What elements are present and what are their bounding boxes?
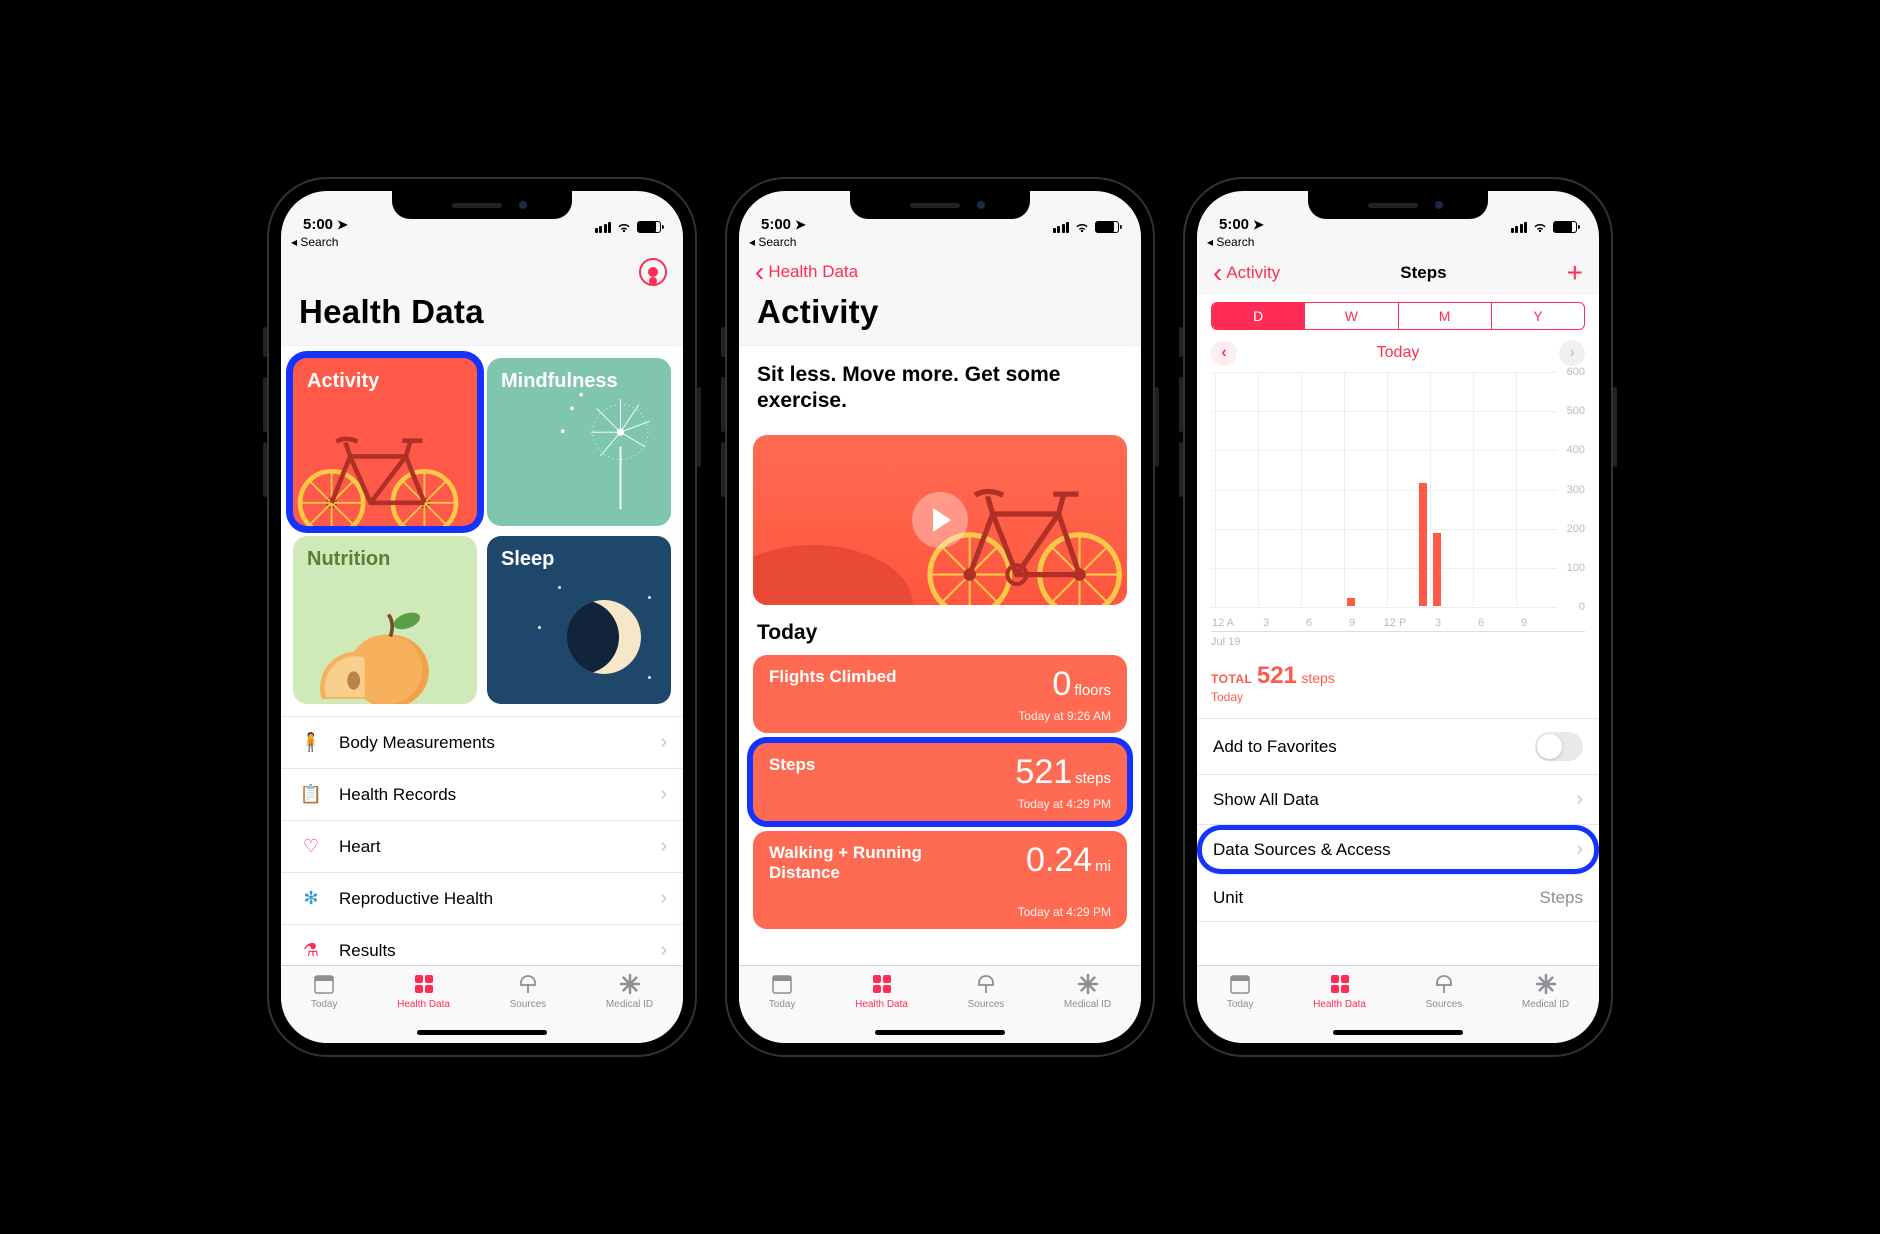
signal-icon [595, 222, 612, 233]
card-steps[interactable]: Steps 521steps Today at 4:29 PM [753, 743, 1127, 821]
row-data-sources-access[interactable]: Data Sources & Access› [1197, 825, 1599, 875]
chart-date-footer: Jul 19 [1197, 632, 1599, 662]
location-icon: ➤ [337, 217, 348, 233]
play-icon [912, 492, 968, 548]
signal-icon [1511, 222, 1528, 233]
location-icon: ➤ [795, 217, 806, 233]
card-walking-running[interactable]: Walking + Running Distance 0.24mi Today … [753, 831, 1127, 929]
asterisk-icon: ✻ [297, 888, 325, 909]
breadcrumb-search[interactable]: Search [281, 235, 683, 253]
row-add-to-favorites[interactable]: Add to Favorites [1197, 719, 1599, 775]
seg-year[interactable]: Y [1491, 303, 1584, 329]
prev-date-button[interactable]: ‹ [1211, 340, 1237, 366]
battery-icon [1095, 221, 1119, 233]
tile-mindfulness[interactable]: Mindfulness [487, 358, 671, 526]
row-show-all-data[interactable]: Show All Data› [1197, 775, 1599, 825]
profile-icon[interactable] [639, 258, 667, 286]
peach-icon [293, 598, 457, 704]
battery-icon [637, 221, 661, 233]
status-time: 5:00 [303, 216, 333, 233]
tab-today[interactable]: Today [311, 972, 338, 1043]
wifi-icon [616, 221, 632, 233]
tab-today[interactable]: Today [769, 972, 796, 1043]
battery-icon [1553, 221, 1577, 233]
clipboard-icon: 📋 [297, 784, 325, 805]
tab-medical-id[interactable]: Medical ID [1064, 972, 1111, 1043]
time-range-selector: D W M Y [1211, 302, 1585, 330]
page-title: Steps [1400, 263, 1446, 283]
row-health-records[interactable]: 📋Health Records› [281, 768, 683, 820]
tile-nutrition[interactable]: Nutrition [293, 536, 477, 704]
seg-week[interactable]: W [1304, 303, 1397, 329]
bicycle-icon [293, 410, 473, 526]
row-body-measurements[interactable]: 🧍Body Measurements› [281, 716, 683, 768]
tile-label: Sleep [501, 548, 554, 570]
total-summary: TOTAL 521 steps Today [1197, 662, 1599, 718]
tab-today[interactable]: Today [1227, 972, 1254, 1043]
heart-icon: ♡ [297, 836, 325, 857]
row-unit[interactable]: UnitSteps [1197, 875, 1599, 922]
back-button[interactable]: Activity [1213, 263, 1280, 283]
signal-icon [1053, 222, 1070, 233]
seg-month[interactable]: M [1398, 303, 1491, 329]
back-button[interactable]: Health Data [755, 262, 858, 282]
tile-activity[interactable]: Activity [293, 358, 477, 526]
location-icon: ➤ [1253, 217, 1264, 233]
activity-tagline: Sit less. Move more. Get some exercise. [757, 362, 1123, 415]
tile-label: Nutrition [307, 548, 390, 570]
row-reproductive[interactable]: ✻Reproductive Health› [281, 872, 683, 924]
steps-chart: 12 A36912 P3690100200300400500600 [1211, 372, 1585, 632]
tile-sleep[interactable]: Sleep [487, 536, 671, 704]
tile-label: Activity [307, 370, 379, 392]
next-date-button[interactable]: › [1559, 340, 1585, 366]
row-heart[interactable]: ♡Heart› [281, 820, 683, 872]
wifi-icon [1532, 221, 1548, 233]
card-flights-climbed[interactable]: Flights Climbed 0floors Today at 9:26 AM [753, 655, 1127, 733]
flask-icon: ⚗ [297, 940, 325, 961]
dandelion-icon [549, 380, 659, 516]
activity-video[interactable] [753, 435, 1127, 605]
page-title: Activity [739, 291, 1141, 345]
breadcrumb-search[interactable]: Search [739, 235, 1141, 253]
moon-icon [567, 600, 641, 674]
tab-medical-id[interactable]: Medical ID [1522, 972, 1569, 1043]
seg-day[interactable]: D [1212, 303, 1304, 329]
section-today: Today [739, 615, 1141, 655]
date-label: Today [1377, 344, 1420, 362]
favorites-toggle[interactable] [1535, 732, 1583, 761]
row-results[interactable]: ⚗Results› [281, 924, 683, 965]
wifi-icon [1074, 221, 1090, 233]
page-title: Health Data [281, 291, 683, 345]
breadcrumb-search[interactable]: Search [1197, 235, 1599, 253]
tab-medical-id[interactable]: Medical ID [606, 972, 653, 1043]
add-button[interactable]: + [1567, 257, 1583, 289]
body-icon: 🧍 [297, 732, 325, 753]
